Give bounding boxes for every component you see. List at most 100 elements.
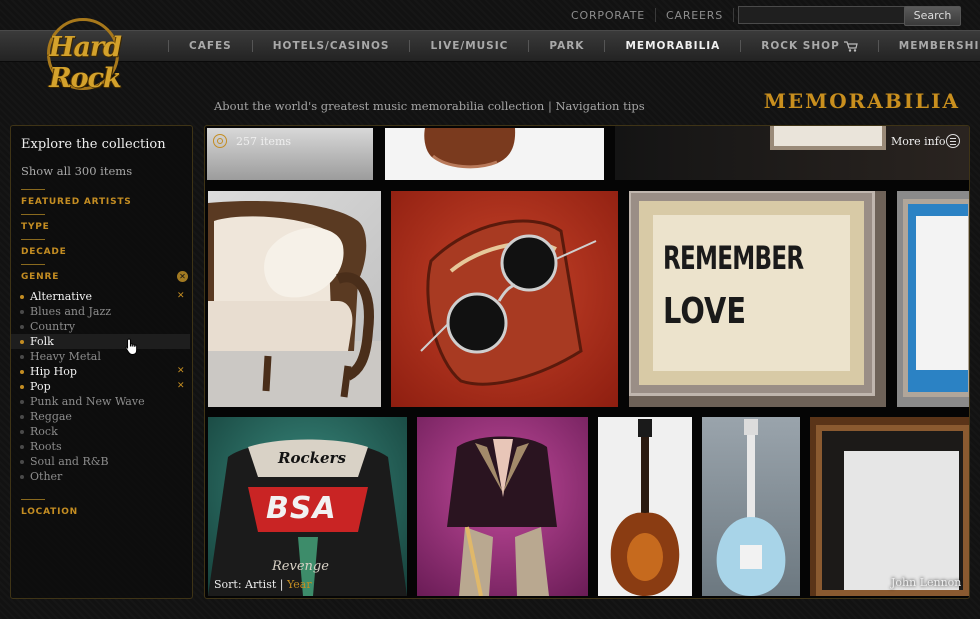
genre-item[interactable]: Punk and New Wave (11, 394, 192, 409)
genre-item[interactable]: Reggae (11, 409, 192, 424)
genre-label: Heavy Metal (30, 350, 101, 363)
nav-cafes[interactable]: CAFES (169, 40, 252, 52)
remove-genre-icon[interactable]: ✕ (177, 289, 185, 304)
search-button[interactable]: Search (904, 6, 961, 26)
divider (21, 239, 45, 240)
divider (21, 189, 45, 190)
genre-bullet-icon (20, 340, 24, 344)
sort-artist-option[interactable]: Artist (245, 578, 276, 591)
letter-frame (903, 199, 969, 397)
artwork-text-line-1: REMEMBER (663, 239, 804, 277)
divider (21, 499, 45, 500)
filter-decade[interactable]: DECADE (21, 247, 67, 257)
memorabilia-gallery: 257 items More info REMEMBER LOVE Rocker… (204, 125, 970, 599)
divider (21, 264, 45, 265)
genre-item[interactable]: Heavy Metal (11, 349, 192, 364)
photo-sheet-frame (816, 425, 969, 596)
page-title: MEMORABILIA (763, 89, 960, 113)
filter-type[interactable]: TYPE (21, 222, 50, 232)
genre-item[interactable]: Folk (11, 334, 190, 349)
genre-item[interactable]: Country (11, 319, 192, 334)
genre-label: Folk (30, 335, 54, 348)
tile-guitar-archtop[interactable] (598, 417, 692, 596)
search-input[interactable] (738, 6, 908, 24)
tile-remember-love[interactable]: REMEMBER LOVE (629, 191, 886, 407)
hard-rock-logo[interactable]: Hard Rock (15, 18, 155, 94)
jacket-text-bsa: BSA (266, 491, 337, 526)
nav-rock-shop-label: ROCK SHOP (761, 40, 840, 52)
genre-item[interactable]: Roots (11, 439, 192, 454)
armchair-image (208, 200, 381, 407)
photo-sheet (844, 451, 959, 590)
genre-label: Country (30, 320, 76, 333)
genre-bullet-icon (20, 445, 24, 449)
remove-genre-icon[interactable]: ✕ (177, 364, 185, 379)
genre-label: Punk and New Wave (30, 395, 145, 408)
genre-label: Rock (30, 425, 58, 438)
item-caption: John Lennon (891, 576, 962, 589)
genre-item[interactable]: Other (11, 469, 192, 484)
genre-bullet-icon (20, 430, 24, 434)
careers-link[interactable]: CAREERS (656, 9, 733, 22)
genre-item[interactable]: Alternative ✕ (11, 289, 192, 304)
genre-item[interactable]: Hip Hop ✕ (11, 364, 192, 379)
navigation-tips-link[interactable]: Navigation tips (555, 99, 644, 113)
tile-guitar-teardrop[interactable] (702, 417, 800, 596)
letter-paper (916, 216, 968, 370)
jacket-text-rockers: Rockers (278, 449, 346, 467)
genre-bullet-icon (20, 385, 24, 389)
tile-leather-jacket[interactable]: Rockers BSA Revenge (208, 417, 407, 596)
logo-text: Hard Rock (48, 32, 122, 94)
genre-item[interactable]: Blues and Jazz (11, 304, 192, 319)
sort-year-option[interactable]: Year (287, 578, 312, 591)
tile-john-lennon-frame[interactable]: John Lennon (810, 417, 969, 596)
genre-bullet-icon (20, 295, 24, 299)
glasses-case-image (420, 219, 597, 386)
nav-live-music[interactable]: LIVE/MUSIC (410, 40, 528, 52)
genre-label: Alternative (30, 290, 92, 303)
items-count: 257 items (236, 135, 292, 148)
show-all-link[interactable]: Show all 300 items (21, 164, 132, 178)
nav-rock-shop[interactable]: ROCK SHOP (741, 40, 877, 52)
genre-item[interactable]: Soul and R&B (11, 454, 192, 469)
nav-hotels-casinos[interactable]: HOTELS/CASINOS (253, 40, 410, 52)
genre-label: Other (30, 470, 63, 483)
ornate-frame: REMEMBER LOVE (629, 191, 875, 396)
filter-sidebar: Explore the collection Show all 300 item… (10, 125, 193, 599)
genre-label: Roots (30, 440, 62, 453)
genre-bullet-icon (20, 460, 24, 464)
filter-genre[interactable]: GENRE (21, 272, 59, 282)
archtop-guitar-image (610, 419, 680, 596)
tile-handwritten-letter[interactable] (897, 191, 969, 407)
more-info-icon[interactable] (946, 134, 960, 148)
genre-item[interactable]: Rock (11, 424, 192, 439)
artwork-canvas: REMEMBER LOVE (653, 215, 850, 371)
nav-memberships[interactable]: MEMBERSHIPS (879, 40, 980, 52)
genre-item[interactable]: Pop ✕ (11, 379, 192, 394)
cart-icon (843, 40, 858, 52)
genre-clear-icon[interactable]: ✕ (177, 271, 188, 282)
genre-bullet-icon (20, 415, 24, 419)
genre-bullet-icon (20, 400, 24, 404)
genre-label: Blues and Jazz (30, 305, 112, 318)
tile-armchair[interactable] (208, 191, 381, 407)
filter-featured-artists[interactable]: FEATURED ARTISTS (21, 197, 132, 207)
artwork-text-line-2: LOVE (663, 291, 746, 332)
divider (733, 8, 734, 22)
more-info-link[interactable]: More info (891, 135, 945, 148)
corporate-link[interactable]: CORPORATE (561, 9, 655, 22)
coat-boots-image (447, 436, 557, 596)
tile-velvet-coat[interactable] (417, 417, 588, 596)
genre-bullet-icon (20, 310, 24, 314)
items-count-icon (213, 134, 227, 148)
genre-label: Pop (30, 380, 51, 393)
remove-genre-icon[interactable]: ✕ (177, 379, 185, 394)
about-link[interactable]: About the world's greatest music memorab… (214, 99, 544, 113)
sort-bar: Sort: Artist | Year (214, 578, 312, 591)
tile-lennon-glasses[interactable] (391, 191, 618, 407)
filter-location[interactable]: LOCATION (21, 507, 78, 517)
genre-label: Hip Hop (30, 365, 77, 378)
nav-park[interactable]: PARK (529, 40, 604, 52)
gallery-toolbar: 257 items More info (205, 126, 969, 156)
nav-memorabilia[interactable]: MEMORABILIA (605, 40, 740, 52)
